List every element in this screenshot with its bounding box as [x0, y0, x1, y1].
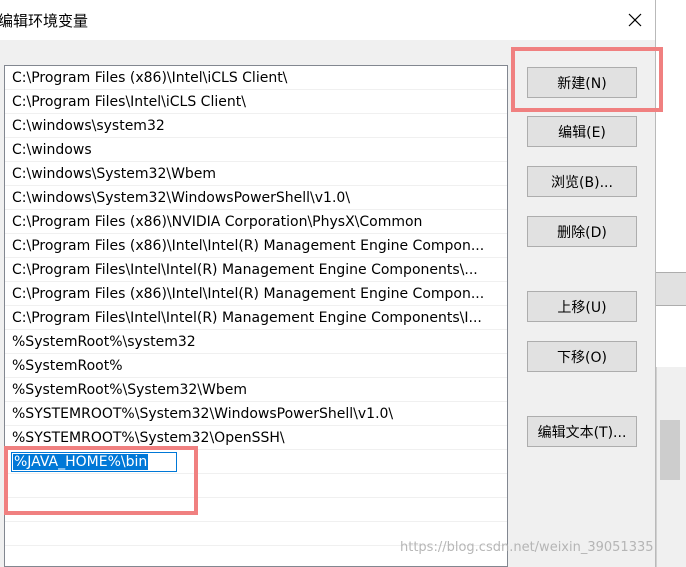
- list-item-text: C:\windows\System32\Wbem: [12, 166, 217, 182]
- list-item-text: %SYSTEMROOT%\System32\WindowsPowerShell\…: [12, 406, 394, 422]
- list-item-text: C:\Program Files (x86)\NVIDIA Corporatio…: [12, 214, 423, 230]
- list-item-text: %SystemRoot%: [12, 358, 123, 374]
- list-item-text: C:\Program Files\Intel\Intel(R) Manageme…: [12, 310, 482, 326]
- list-item-text: %SystemRoot%\system32: [12, 334, 196, 350]
- title-bar: 编辑环境变量: [0, 0, 655, 40]
- list-item[interactable]: %SYSTEMROOT%\System32\WindowsPowerShell\…: [5, 402, 507, 426]
- list-item-text: C:\Program Files\Intel\iCLS Client\: [12, 94, 246, 110]
- dialog-title: 编辑环境变量: [0, 12, 89, 30]
- path-edit-input[interactable]: %JAVA_HOME%\bin: [11, 452, 177, 472]
- list-item[interactable]: %SYSTEMROOT%\System32\OpenSSH\: [5, 426, 507, 450]
- dialog-border: [655, 0, 656, 567]
- list-item[interactable]: C:\Program Files (x86)\Intel\Intel(R) Ma…: [5, 282, 507, 306]
- move-up-button[interactable]: 上移(U): [527, 291, 637, 322]
- list-item[interactable]: C:\Program Files\Intel\Intel(R) Manageme…: [5, 306, 507, 330]
- list-item[interactable]: C:\windows\system32: [5, 114, 507, 138]
- list-item[interactable]: %SystemRoot%: [5, 354, 507, 378]
- list-item-text: C:\Program Files (x86)\Intel\iCLS Client…: [12, 70, 288, 86]
- list-item[interactable]: C:\Program Files\Intel\iCLS Client\: [5, 90, 507, 114]
- list-item-text: %SYSTEMROOT%\System32\OpenSSH\: [12, 430, 285, 446]
- list-item-text: C:\windows\System32\WindowsPowerShell\v1…: [12, 190, 351, 206]
- list-item[interactable]: C:\windows\System32\WindowsPowerShell\v1…: [5, 186, 507, 210]
- empty-row: [5, 498, 507, 522]
- list-item[interactable]: C:\Program Files (x86)\Intel\iCLS Client…: [5, 66, 507, 90]
- list-item-text: C:\windows\system32: [12, 118, 165, 134]
- list-item-text: C:\windows: [12, 142, 92, 158]
- list-item[interactable]: %SystemRoot%\system32: [5, 330, 507, 354]
- list-item[interactable]: C:\Program Files (x86)\NVIDIA Corporatio…: [5, 210, 507, 234]
- list-item[interactable]: C:\windows\System32\Wbem: [5, 162, 507, 186]
- list-item-text: %SystemRoot%\System32\Wbem: [12, 382, 247, 398]
- move-down-button[interactable]: 下移(O): [527, 341, 637, 372]
- edit-button[interactable]: 编辑(E): [527, 116, 637, 147]
- close-icon: [628, 13, 642, 27]
- delete-button[interactable]: 删除(D): [527, 216, 637, 247]
- new-button[interactable]: 新建(N): [527, 67, 637, 98]
- edit-text-button[interactable]: 编辑文本(T)...: [527, 416, 637, 447]
- background-scrollbar-thumb: [660, 420, 680, 480]
- background-button: [656, 272, 686, 306]
- selected-text: %JAVA_HOME%\bin: [13, 454, 149, 470]
- list-item[interactable]: C:\Program Files\Intel\Intel(R) Manageme…: [5, 258, 507, 282]
- list-item[interactable]: C:\Program Files (x86)\Intel\Intel(R) Ma…: [5, 234, 507, 258]
- list-item-text: C:\Program Files\Intel\Intel(R) Manageme…: [12, 262, 478, 278]
- browse-button[interactable]: 浏览(B)...: [527, 166, 637, 197]
- list-item-editing[interactable]: %JAVA_HOME%\bin: [5, 450, 507, 474]
- list-item[interactable]: C:\windows: [5, 138, 507, 162]
- watermark: https://blog.csdn.net/weixin_39051335: [400, 540, 654, 555]
- list-item-text: C:\Program Files (x86)\Intel\Intel(R) Ma…: [12, 238, 485, 254]
- path-list[interactable]: C:\Program Files (x86)\Intel\iCLS Client…: [4, 65, 508, 567]
- close-button[interactable]: [620, 5, 650, 35]
- list-item[interactable]: %SystemRoot%\System32\Wbem: [5, 378, 507, 402]
- list-item-text: C:\Program Files (x86)\Intel\Intel(R) Ma…: [12, 286, 485, 302]
- empty-row: [5, 474, 507, 498]
